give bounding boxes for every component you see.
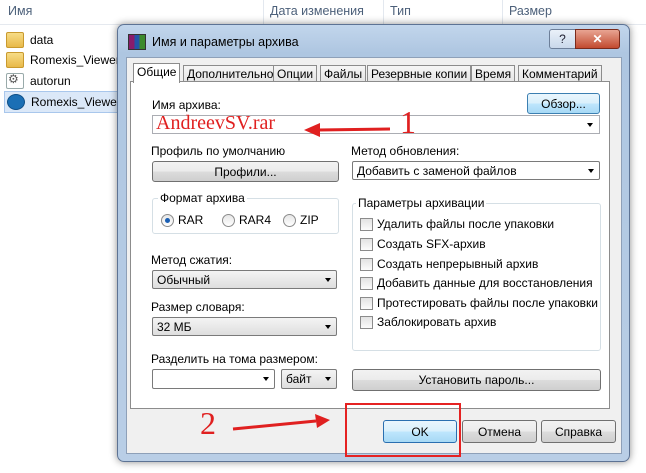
annotation-arrow-1 xyxy=(317,127,391,132)
annotation-highlight-box xyxy=(345,403,461,457)
annotation-overlay xyxy=(232,123,391,431)
annotation-arrowhead-1 xyxy=(304,123,320,137)
annotation-arrow-2 xyxy=(232,419,317,431)
tab-general[interactable]: Общие xyxy=(133,63,181,83)
annotation-marker-1: 1 xyxy=(400,104,416,140)
annotation-marker-2: 2 xyxy=(200,405,216,441)
annotation-arrowhead-2 xyxy=(315,414,330,428)
